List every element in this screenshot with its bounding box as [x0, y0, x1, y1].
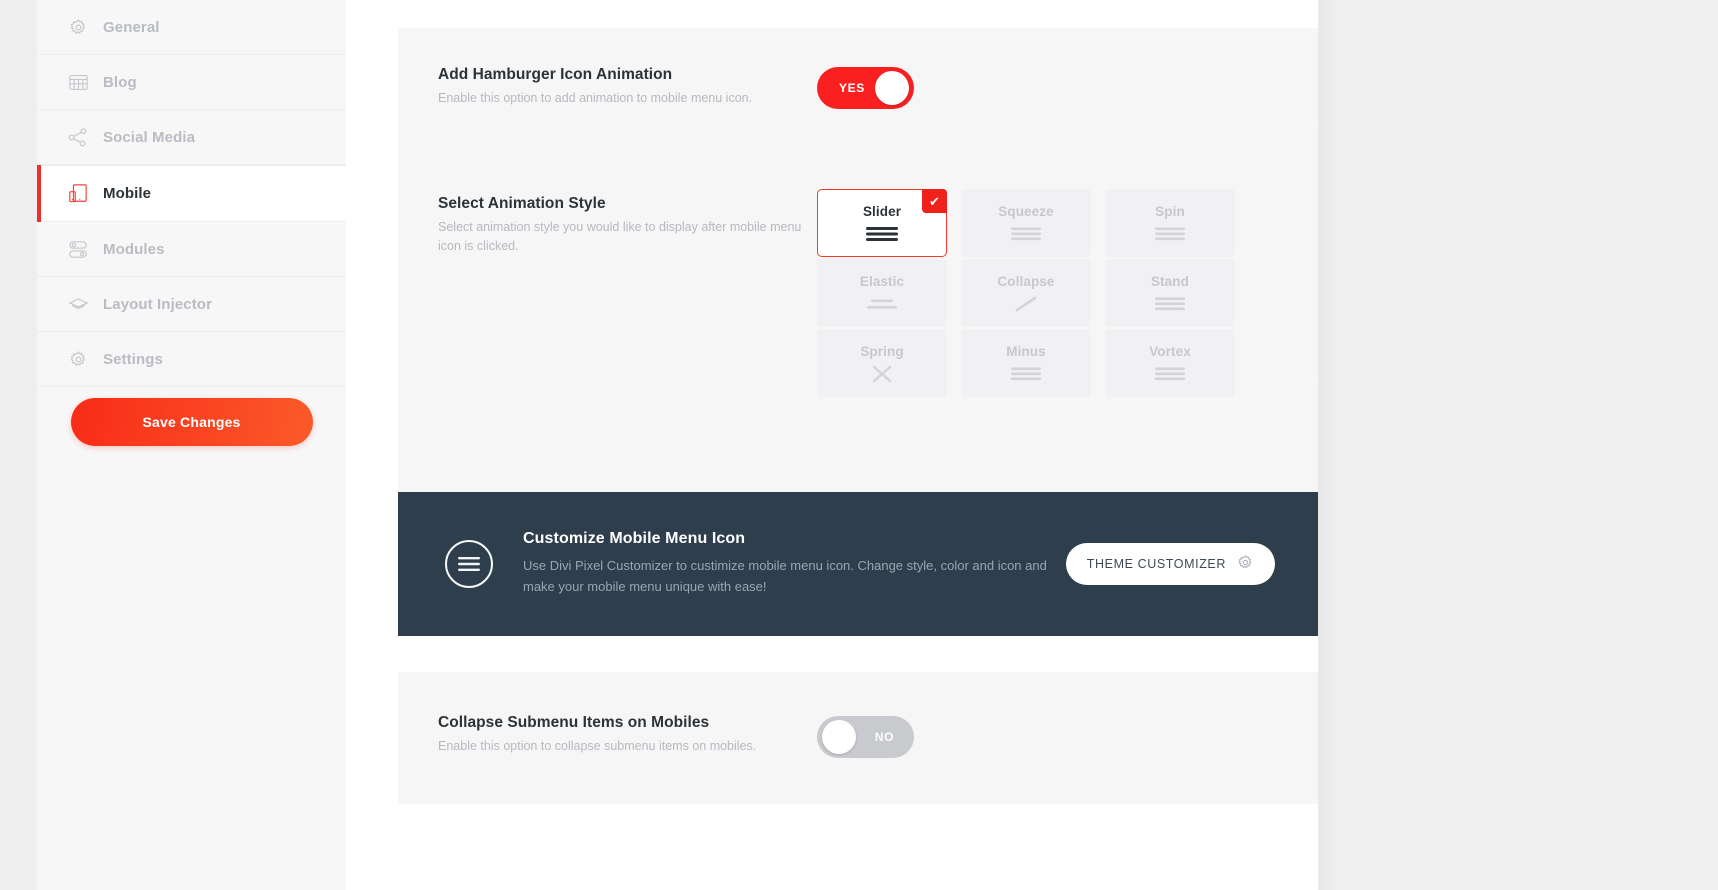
sidebar-item-label: Blog: [103, 73, 137, 91]
style-tile-label: Spring: [860, 343, 904, 359]
banner-inner: Customize Mobile Menu Icon Use Divi Pixe…: [398, 492, 1318, 636]
hamburger-3-bars-icon: [1154, 365, 1186, 383]
gear-icon: [67, 348, 89, 370]
style-tile-label: Vortex: [1149, 343, 1191, 359]
style-tile-label: Spin: [1155, 203, 1185, 219]
left-gutter: [0, 0, 37, 890]
toggle-knob: [822, 720, 856, 754]
theme-customizer-label: THEME CUSTOMIZER: [1086, 557, 1226, 571]
close-x-icon: [869, 365, 895, 383]
option-description: Select animation style you would like to…: [438, 220, 802, 254]
toggle-value-label: YES: [839, 81, 865, 95]
toggle-value-label: NO: [874, 730, 894, 744]
option-title: Add Hamburger Icon Animation: [438, 66, 673, 83]
style-tile-vortex[interactable]: Vortex: [1105, 329, 1235, 397]
share-nodes-icon: [67, 126, 89, 148]
app-root: General Blog Social Media Mobile Modules…: [0, 0, 1718, 890]
style-tile-label: Collapse: [997, 273, 1055, 289]
style-tile-squeeze[interactable]: Squeeze: [961, 189, 1091, 257]
diagonal-line-icon: [1010, 295, 1042, 313]
sidebar-item-label: General: [103, 18, 160, 36]
sidebar-item-general[interactable]: General: [37, 0, 346, 55]
sidebar-item-settings[interactable]: Settings: [37, 332, 346, 387]
collapse-submenu-toggle[interactable]: NO: [817, 716, 914, 758]
sidebar-item-label: Social Media: [103, 128, 196, 146]
style-tile-label: Slider: [862, 203, 902, 219]
mobile-device-icon: [67, 183, 89, 205]
blog-grid-icon: [67, 71, 89, 93]
sidebar-item-social-media[interactable]: Social Media: [37, 110, 346, 165]
banner-title: Customize Mobile Menu Icon: [523, 530, 746, 548]
option-description: Enable this option to collapse submenu i…: [438, 739, 757, 753]
style-tile-label: Minus: [1006, 343, 1046, 359]
selected-check-icon: ✔: [922, 189, 947, 213]
sidebar-item-modules[interactable]: Modules: [37, 222, 346, 277]
style-tile-minus[interactable]: Minus: [961, 329, 1091, 397]
hamburger-3-bars-icon: [1154, 295, 1186, 313]
sidebar-item-layout-injector[interactable]: Layout Injector: [37, 277, 346, 332]
style-tile-spin[interactable]: Spin: [1105, 189, 1235, 257]
animation-style-row: Select Animation Style Select animation …: [438, 195, 838, 257]
sidebar-item-label: Modules: [103, 240, 165, 258]
banner-description: Use Divi Pixel Customizer to custimize m…: [523, 558, 1047, 594]
animation-options-card: Add Hamburger Icon Animation Enable this…: [398, 28, 1318, 492]
right-outer-area: [1318, 0, 1718, 890]
style-tile-label: Stand: [1150, 273, 1189, 289]
customize-menu-banner: Customize Mobile Menu Icon Use Divi Pixe…: [398, 492, 1318, 636]
theme-customizer-button[interactable]: THEME CUSTOMIZER: [1065, 543, 1275, 585]
save-button-wrap: Save Changes: [37, 398, 346, 446]
hamburger-circle-icon: [445, 540, 493, 588]
settings-sidebar: General Blog Social Media Mobile Modules…: [37, 0, 346, 890]
option-title: Select Animation Style: [438, 195, 606, 212]
style-tile-slider[interactable]: Slider ✔: [817, 189, 947, 257]
gear-icon: [67, 16, 89, 38]
hamburger-3-bars-icon: [1154, 225, 1186, 243]
collapse-submenu-row: Collapse Submenu Items on Mobiles Enable…: [438, 714, 838, 756]
toggle-knob: [875, 71, 909, 105]
gear-icon: [1237, 554, 1254, 574]
style-tile-spring[interactable]: Spring: [817, 329, 947, 397]
hamburger-2-bars-icon: [866, 295, 898, 313]
main-content: Add Hamburger Icon Animation Enable this…: [346, 0, 1318, 890]
modules-toggle-icon: [67, 238, 89, 260]
hamburger-3-bars-icon: [1010, 225, 1042, 243]
right-seam: [1318, 0, 1338, 890]
hamburger-animation-toggle[interactable]: YES: [817, 67, 914, 109]
style-tile-collapse[interactable]: Collapse: [961, 259, 1091, 327]
style-tile-elastic[interactable]: Elastic: [817, 259, 947, 327]
hamburger-3-bars-icon: [1010, 365, 1042, 383]
option-title: Collapse Submenu Items on Mobiles: [438, 714, 710, 731]
collapse-submenu-card: Collapse Submenu Items on Mobiles Enable…: [398, 672, 1318, 804]
sidebar-item-label: Mobile: [103, 185, 152, 202]
option-description: Enable this option to add animation to m…: [438, 91, 753, 105]
sidebar-item-label: Settings: [103, 350, 163, 368]
animation-style-grid: Slider ✔ Squeeze Spin Elastic Collapse S…: [817, 189, 1235, 397]
sidebar-item-mobile[interactable]: Mobile: [37, 165, 346, 222]
save-changes-button[interactable]: Save Changes: [70, 398, 313, 446]
sidebar-item-blog[interactable]: Blog: [37, 55, 346, 110]
layers-icon: [67, 293, 89, 315]
style-tile-label: Elastic: [859, 273, 905, 289]
banner-text-block: Customize Mobile Menu Icon Use Divi Pixe…: [523, 530, 1063, 598]
style-tile-stand[interactable]: Stand: [1105, 259, 1235, 327]
hamburger-animation-row: Add Hamburger Icon Animation Enable this…: [438, 66, 838, 108]
hamburger-3-bars-icon: [864, 225, 900, 243]
sidebar-nav-list: General Blog Social Media Mobile Modules…: [37, 0, 346, 387]
sidebar-item-label: Layout Injector: [103, 295, 213, 313]
style-tile-label: Squeeze: [998, 203, 1054, 219]
